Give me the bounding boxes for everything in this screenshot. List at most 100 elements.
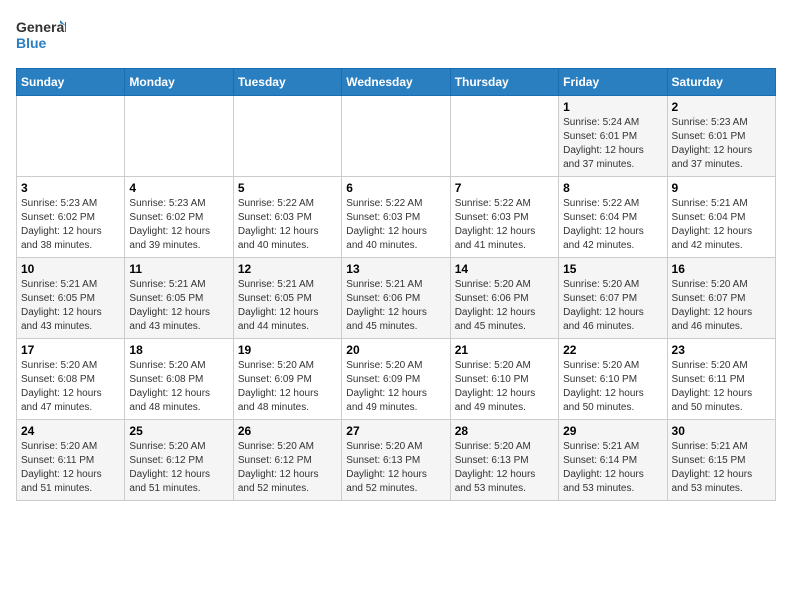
day-number: 16 xyxy=(672,262,771,276)
calendar-cell: 30 Sunrise: 5:21 AM Sunset: 6:15 PM Dayli… xyxy=(667,420,775,501)
day-info: Sunrise: 5:21 AM Sunset: 6:05 PM Dayligh… xyxy=(129,278,228,334)
calendar-cell: 11 Sunrise: 5:21 AM Sunset: 6:05 PM Dayli… xyxy=(125,258,233,339)
calendar-cell: 15Sunrise: 5:20 AM Sunset: 6:07 PM Dayli… xyxy=(559,258,667,339)
calendar-cell: 8 Sunrise: 5:22 AM Sunset: 6:04 PM Daylig… xyxy=(559,177,667,258)
day-number: 27 xyxy=(346,424,445,438)
day-number: 3 xyxy=(21,181,120,195)
day-info: Sunrise: 5:21 AM Sunset: 6:06 PM Dayligh… xyxy=(346,278,445,334)
weekday-header: Tuesday xyxy=(233,69,341,96)
day-number: 18 xyxy=(129,343,228,357)
weekday-header: Saturday xyxy=(667,69,775,96)
weekday-header-row: SundayMondayTuesdayWednesdayThursdayFrid… xyxy=(17,69,776,96)
logo: General Blue xyxy=(16,16,66,56)
calendar-table: SundayMondayTuesdayWednesdayThursdayFrid… xyxy=(16,68,776,501)
calendar-cell: 27 Sunrise: 5:20 AM Sunset: 6:13 PM Dayli… xyxy=(342,420,450,501)
calendar-cell: 12 Sunrise: 5:21 AM Sunset: 6:05 PM Dayli… xyxy=(233,258,341,339)
svg-text:Blue: Blue xyxy=(16,35,47,51)
weekday-header: Wednesday xyxy=(342,69,450,96)
day-info: Sunrise: 5:20 AM Sunset: 6:09 PM Dayligh… xyxy=(238,359,337,415)
day-number: 8 xyxy=(563,181,662,195)
calendar-cell: 22 Sunrise: 5:20 AM Sunset: 6:10 PM Dayli… xyxy=(559,339,667,420)
day-info: Sunrise: 5:22 AM Sunset: 6:03 PM Dayligh… xyxy=(346,197,445,253)
day-number: 28 xyxy=(455,424,554,438)
day-number: 19 xyxy=(238,343,337,357)
day-info: Sunrise: 5:22 AM Sunset: 6:03 PM Dayligh… xyxy=(455,197,554,253)
calendar-cell: 1 Sunrise: 5:24 AM Sunset: 6:01 PM Daylig… xyxy=(559,96,667,177)
weekday-header: Monday xyxy=(125,69,233,96)
day-info: Sunrise: 5:22 AM Sunset: 6:04 PM Dayligh… xyxy=(563,197,662,253)
calendar-week-row: 1 Sunrise: 5:24 AM Sunset: 6:01 PM Daylig… xyxy=(17,96,776,177)
calendar-cell xyxy=(125,96,233,177)
calendar-cell: 25Sunrise: 5:20 AM Sunset: 6:12 PM Dayli… xyxy=(125,420,233,501)
day-info: Sunrise: 5:20 AM Sunset: 6:09 PM Dayligh… xyxy=(346,359,445,415)
day-info: Sunrise: 5:20 AM Sunset: 6:10 PM Dayligh… xyxy=(455,359,554,415)
day-number: 2 xyxy=(672,100,771,114)
day-info: Sunrise: 5:23 AM Sunset: 6:02 PM Dayligh… xyxy=(21,197,120,253)
day-number: 4 xyxy=(129,181,228,195)
calendar-cell: 3 Sunrise: 5:23 AM Sunset: 6:02 PM Daylig… xyxy=(17,177,125,258)
day-number: 30 xyxy=(672,424,771,438)
day-info: Sunrise: 5:20 AM Sunset: 6:07 PM Dayligh… xyxy=(563,278,662,334)
day-info: Sunrise: 5:21 AM Sunset: 6:05 PM Dayligh… xyxy=(238,278,337,334)
calendar-cell: 20 Sunrise: 5:20 AM Sunset: 6:09 PM Dayli… xyxy=(342,339,450,420)
calendar-cell xyxy=(233,96,341,177)
weekday-header: Sunday xyxy=(17,69,125,96)
calendar-cell: 24 Sunrise: 5:20 AM Sunset: 6:11 PM Dayli… xyxy=(17,420,125,501)
calendar-cell: 5Sunrise: 5:22 AM Sunset: 6:03 PM Daylig… xyxy=(233,177,341,258)
day-number: 11 xyxy=(129,262,228,276)
day-info: Sunrise: 5:21 AM Sunset: 6:14 PM Dayligh… xyxy=(563,440,662,496)
calendar-cell: 19 Sunrise: 5:20 AM Sunset: 6:09 PM Dayli… xyxy=(233,339,341,420)
calendar-cell: 14 Sunrise: 5:20 AM Sunset: 6:06 PM Dayli… xyxy=(450,258,558,339)
calendar-cell: 17 Sunrise: 5:20 AM Sunset: 6:08 PM Dayli… xyxy=(17,339,125,420)
calendar-cell: 23 Sunrise: 5:20 AM Sunset: 6:11 PM Dayli… xyxy=(667,339,775,420)
day-info: Sunrise: 5:20 AM Sunset: 6:07 PM Dayligh… xyxy=(672,278,771,334)
day-info: Sunrise: 5:23 AM Sunset: 6:01 PM Dayligh… xyxy=(672,116,771,172)
day-info: Sunrise: 5:23 AM Sunset: 6:02 PM Dayligh… xyxy=(129,197,228,253)
day-info: Sunrise: 5:20 AM Sunset: 6:12 PM Dayligh… xyxy=(129,440,228,496)
calendar-cell: 10 Sunrise: 5:21 AM Sunset: 6:05 PM Dayli… xyxy=(17,258,125,339)
day-number: 12 xyxy=(238,262,337,276)
calendar-cell xyxy=(450,96,558,177)
svg-text:General: General xyxy=(16,19,66,35)
day-number: 22 xyxy=(563,343,662,357)
day-info: Sunrise: 5:20 AM Sunset: 6:08 PM Dayligh… xyxy=(129,359,228,415)
day-number: 24 xyxy=(21,424,120,438)
calendar-week-row: 24 Sunrise: 5:20 AM Sunset: 6:11 PM Dayli… xyxy=(17,420,776,501)
day-info: Sunrise: 5:20 AM Sunset: 6:13 PM Dayligh… xyxy=(346,440,445,496)
day-info: Sunrise: 5:20 AM Sunset: 6:12 PM Dayligh… xyxy=(238,440,337,496)
day-info: Sunrise: 5:20 AM Sunset: 6:11 PM Dayligh… xyxy=(672,359,771,415)
calendar-cell: 29 Sunrise: 5:21 AM Sunset: 6:14 PM Dayli… xyxy=(559,420,667,501)
calendar-cell: 9Sunrise: 5:21 AM Sunset: 6:04 PM Daylig… xyxy=(667,177,775,258)
weekday-header: Thursday xyxy=(450,69,558,96)
day-number: 14 xyxy=(455,262,554,276)
calendar-cell xyxy=(17,96,125,177)
weekday-header: Friday xyxy=(559,69,667,96)
calendar-cell: 2 Sunrise: 5:23 AM Sunset: 6:01 PM Daylig… xyxy=(667,96,775,177)
day-info: Sunrise: 5:20 AM Sunset: 6:06 PM Dayligh… xyxy=(455,278,554,334)
day-info: Sunrise: 5:20 AM Sunset: 6:08 PM Dayligh… xyxy=(21,359,120,415)
calendar-cell: 28 Sunrise: 5:20 AM Sunset: 6:13 PM Dayli… xyxy=(450,420,558,501)
day-info: Sunrise: 5:21 AM Sunset: 6:15 PM Dayligh… xyxy=(672,440,771,496)
day-number: 23 xyxy=(672,343,771,357)
day-info: Sunrise: 5:24 AM Sunset: 6:01 PM Dayligh… xyxy=(563,116,662,172)
day-info: Sunrise: 5:21 AM Sunset: 6:05 PM Dayligh… xyxy=(21,278,120,334)
calendar-cell: 6Sunrise: 5:22 AM Sunset: 6:03 PM Daylig… xyxy=(342,177,450,258)
calendar-cell: 16 Sunrise: 5:20 AM Sunset: 6:07 PM Dayli… xyxy=(667,258,775,339)
calendar-cell: 21Sunrise: 5:20 AM Sunset: 6:10 PM Dayli… xyxy=(450,339,558,420)
day-number: 17 xyxy=(21,343,120,357)
calendar-cell: 13Sunrise: 5:21 AM Sunset: 6:06 PM Dayli… xyxy=(342,258,450,339)
logo-svg: General Blue xyxy=(16,16,66,56)
day-number: 7 xyxy=(455,181,554,195)
day-info: Sunrise: 5:21 AM Sunset: 6:04 PM Dayligh… xyxy=(672,197,771,253)
day-info: Sunrise: 5:20 AM Sunset: 6:13 PM Dayligh… xyxy=(455,440,554,496)
calendar-cell: 4 Sunrise: 5:23 AM Sunset: 6:02 PM Daylig… xyxy=(125,177,233,258)
day-number: 29 xyxy=(563,424,662,438)
calendar-cell xyxy=(342,96,450,177)
day-number: 26 xyxy=(238,424,337,438)
day-info: Sunrise: 5:20 AM Sunset: 6:11 PM Dayligh… xyxy=(21,440,120,496)
day-number: 20 xyxy=(346,343,445,357)
day-info: Sunrise: 5:20 AM Sunset: 6:10 PM Dayligh… xyxy=(563,359,662,415)
day-info: Sunrise: 5:22 AM Sunset: 6:03 PM Dayligh… xyxy=(238,197,337,253)
day-number: 1 xyxy=(563,100,662,114)
day-number: 10 xyxy=(21,262,120,276)
